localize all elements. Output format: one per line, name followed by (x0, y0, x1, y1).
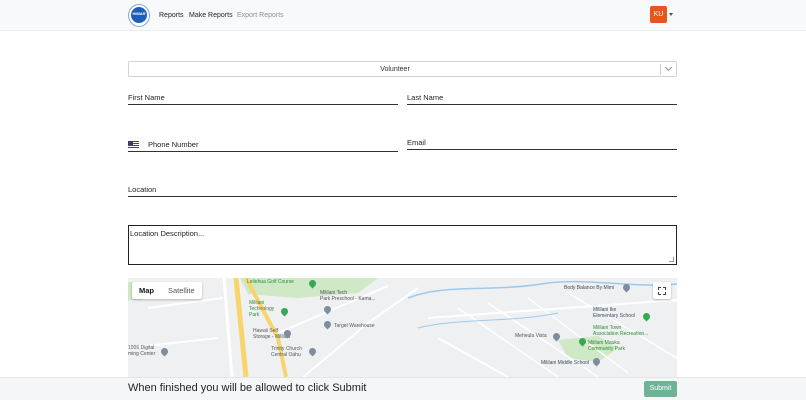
map-label-trinity-church: Trinity Church Central Oahu (271, 346, 302, 358)
resize-handle-icon[interactable] (669, 257, 674, 262)
email-field[interactable]: Email (407, 136, 677, 150)
nav-reports-link[interactable]: Reports (159, 12, 184, 19)
location-field[interactable]: Location (128, 183, 677, 197)
map[interactable]: Map Satellite Leilehua Golf Course Milil… (128, 278, 677, 377)
logo-text: HIMAR (132, 11, 146, 16)
footer-message: When finished you will be allowed to cli… (128, 382, 367, 394)
first-name-label: First Name (128, 93, 165, 102)
map-label-digital-center: 1006 Digital ming Center (128, 345, 156, 357)
map-label-target: Target Warehouse (334, 323, 375, 329)
map-label-mililani-town: Mililani Town Association Recreation... (593, 325, 649, 337)
chevron-down-icon[interactable] (664, 63, 673, 72)
select-separator (660, 64, 661, 75)
location-label: Location (128, 185, 157, 194)
map-label-middle-school: Mililani Middle School (541, 360, 590, 366)
fullscreen-button[interactable] (653, 282, 671, 299)
navbar: HIMAR Reports Make Reports Export Report… (0, 0, 806, 31)
nav-make-reports-link[interactable]: Make Reports (189, 12, 233, 19)
location-description-textarea[interactable]: Location Description... (128, 225, 677, 265)
us-flag-icon[interactable] (128, 141, 139, 148)
map-label-meheula-vista: Meheula Vista (515, 333, 547, 339)
last-name-label: Last Name (407, 93, 444, 102)
email-label: Email (407, 138, 426, 147)
satellite-button[interactable]: Satellite (161, 282, 202, 299)
map-label-body-balance: Body Balance By Mimi (564, 285, 615, 291)
caret-down-icon[interactable] (669, 13, 673, 16)
location-description-placeholder: Location Description... (130, 229, 205, 238)
submit-button[interactable]: Submit (644, 381, 677, 397)
phone-number-label: Phone Number (148, 140, 199, 149)
role-select[interactable]: Volunteer (128, 61, 677, 77)
map-label-leilehua: Leilehua Golf Course (247, 279, 294, 285)
map-type-toggle: Map Satellite (132, 282, 202, 299)
role-select-value: Volunteer (380, 66, 410, 73)
map-button[interactable]: Map (132, 282, 161, 299)
user-avatar[interactable]: KU (650, 6, 667, 23)
logo[interactable]: HIMAR (128, 4, 150, 27)
map-label-mauka-park: Mililani Mauka Community Park (588, 340, 625, 352)
fullscreen-icon (658, 287, 666, 295)
map-label-tech-park-preschool: Mililani Tech Park Preschool - Kama... (320, 290, 376, 302)
phone-number-field[interactable]: Phone Number (128, 138, 398, 152)
map-label-ike-elementary: Mililani Ike Elementary School (593, 307, 635, 319)
last-name-field[interactable]: Last Name (407, 91, 677, 105)
footer-bar: When finished you will be allowed to cli… (0, 377, 806, 400)
first-name-field[interactable]: First Name (128, 91, 398, 105)
report-form: Volunteer First Name Last Name Phone Num… (0, 31, 806, 377)
nav-export-reports-link[interactable]: Export Reports (237, 12, 284, 19)
map-label-technology-park: Mililani Technology Park (249, 300, 275, 318)
